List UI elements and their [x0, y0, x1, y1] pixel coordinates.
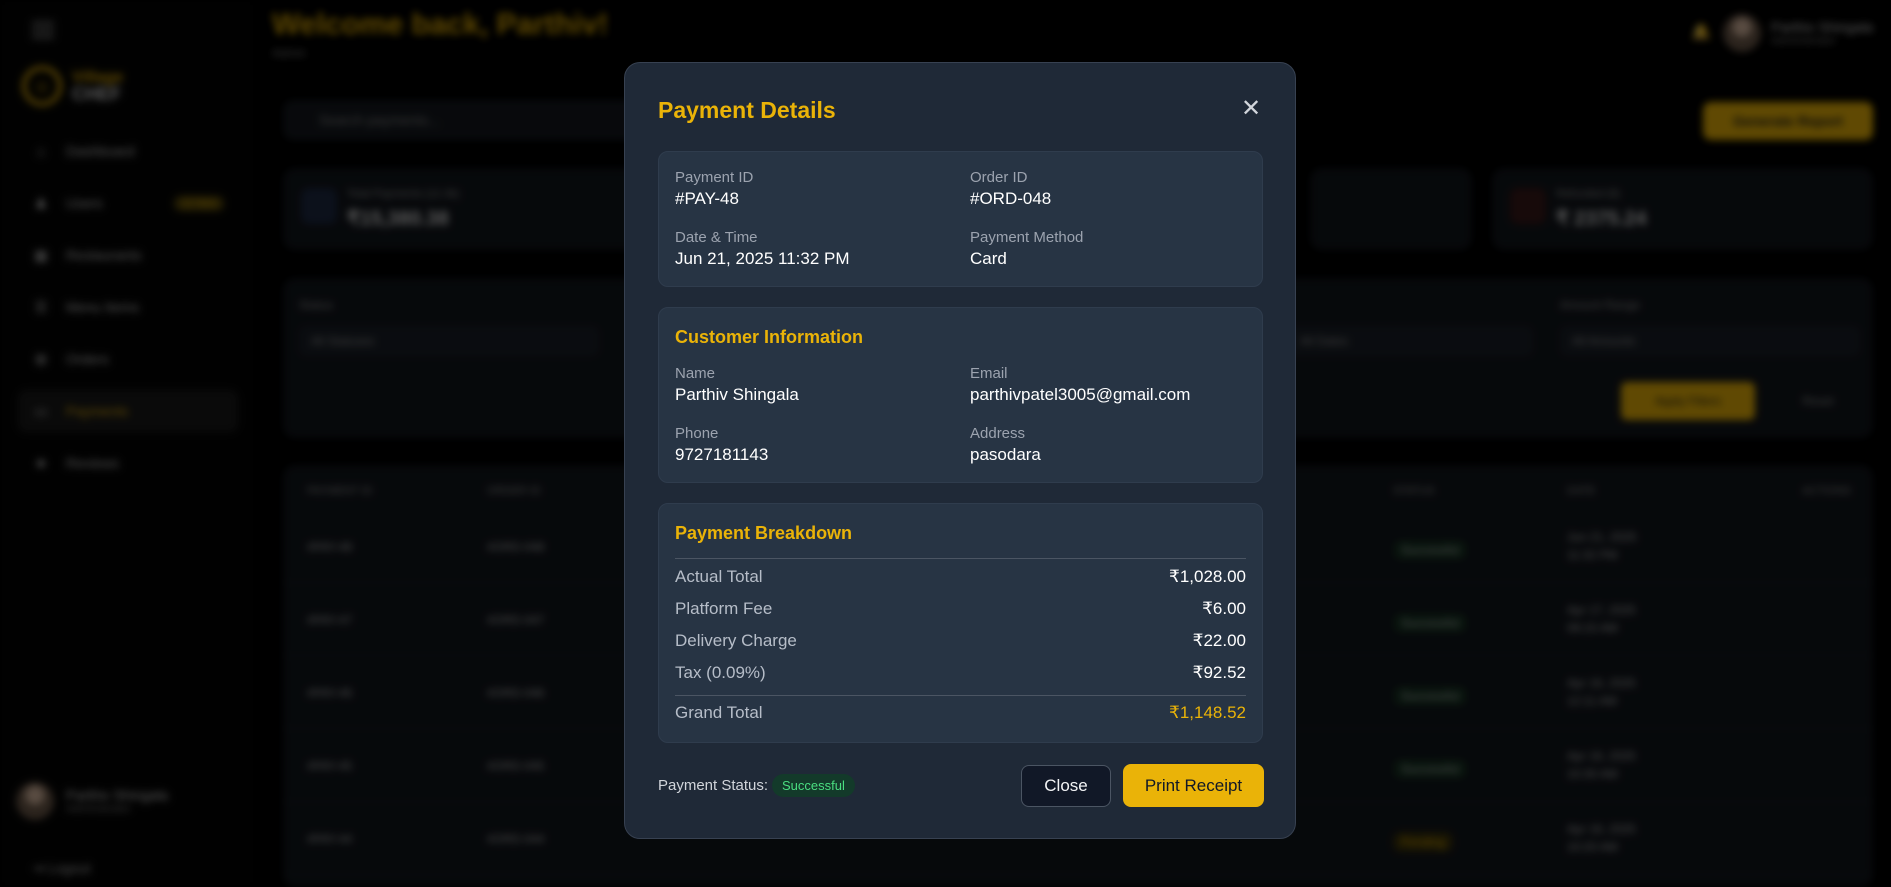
payment-details-section: Payment ID #PAY-48 Order ID #ORD-048 Dat… — [658, 151, 1263, 287]
details-grid: Date & Time Jun 21, 2025 11:32 PM Paymen… — [675, 228, 1246, 270]
section-title: Customer Information — [675, 327, 864, 347]
field-label: Payment ID — [675, 169, 754, 186]
customer-address-value: pasodara — [970, 445, 1041, 464]
customer-email-value: parthivpatel3005@gmail.com — [970, 385, 1191, 404]
customer-address-field: Address pasodara — [970, 424, 1265, 466]
customer-name-field: Name Parthiv Shingala — [675, 364, 970, 406]
grand-total-amount: ₹1,148.52 — [1169, 703, 1246, 722]
divider — [675, 695, 1246, 696]
breakdown-amount: ₹92.52 — [1192, 663, 1246, 682]
field-label: Name — [675, 365, 716, 382]
grand-total-row: Grand Total ₹1,148.52 — [675, 703, 1246, 723]
order-id-field: Order ID #ORD-048 — [970, 168, 1265, 210]
field-label: Order ID — [970, 169, 1028, 186]
customer-info-section: Customer Information Name Parthiv Shinga… — [658, 307, 1263, 483]
print-receipt-button[interactable]: Print Receipt — [1123, 764, 1264, 807]
customer-grid: Name Parthiv Shingala Email parthivpatel… — [675, 364, 1246, 406]
payment-method-field: Payment Method Card — [970, 228, 1265, 270]
breakdown-label: Delivery Charge — [675, 631, 797, 650]
field-label: Payment Method — [970, 229, 1084, 246]
breakdown-amount: ₹1,028.00 — [1169, 567, 1246, 586]
breakdown-label: Tax (0.09%) — [675, 663, 766, 682]
payment-details-modal: Payment Details ✕ Payment ID #PAY-48 Ord… — [624, 62, 1296, 839]
breakdown-amount: ₹6.00 — [1202, 599, 1246, 618]
grand-total-label: Grand Total — [675, 703, 763, 722]
datetime-value: Jun 21, 2025 11:32 PM — [675, 249, 850, 268]
customer-email-field: Email parthivpatel3005@gmail.com — [970, 364, 1265, 406]
status-badge: Successful — [772, 774, 855, 797]
payment-method-value: Card — [970, 249, 1007, 268]
breakdown-row: Tax (0.09%) ₹92.52 — [675, 663, 1246, 683]
breakdown-amount: ₹22.00 — [1192, 631, 1246, 650]
close-icon[interactable]: ✕ — [1239, 97, 1263, 121]
field-label: Email — [970, 365, 1008, 382]
payment-status-label: Payment Status: — [658, 777, 769, 794]
customer-phone-value: 9727181143 — [675, 445, 769, 464]
field-label: Phone — [675, 425, 719, 442]
customer-name-value: Parthiv Shingala — [675, 385, 799, 404]
breakdown-row: Delivery Charge ₹22.00 — [675, 631, 1246, 651]
payment-id-value: #PAY-48 — [675, 189, 739, 208]
breakdown-row: Platform Fee ₹6.00 — [675, 599, 1246, 619]
payment-breakdown-section: Payment Breakdown Actual Total ₹1,028.00 … — [658, 503, 1263, 743]
payment-id-field: Payment ID #PAY-48 — [675, 168, 970, 210]
breakdown-label: Platform Fee — [675, 599, 773, 618]
details-grid: Payment ID #PAY-48 Order ID #ORD-048 — [675, 168, 1246, 210]
modal-title: Payment Details — [658, 97, 836, 123]
section-title: Payment Breakdown — [675, 523, 853, 543]
divider — [675, 558, 1246, 559]
field-label: Date & Time — [675, 229, 758, 246]
order-id-value: #ORD-048 — [970, 189, 1052, 208]
customer-phone-field: Phone 9727181143 — [675, 424, 970, 466]
breakdown-row: Actual Total ₹1,028.00 — [675, 567, 1246, 587]
customer-grid: Phone 9727181143 Address pasodara — [675, 424, 1246, 466]
breakdown-label: Actual Total — [675, 567, 763, 586]
datetime-field: Date & Time Jun 21, 2025 11:32 PM — [675, 228, 970, 270]
close-button[interactable]: Close — [1021, 765, 1111, 807]
field-label: Address — [970, 425, 1026, 442]
